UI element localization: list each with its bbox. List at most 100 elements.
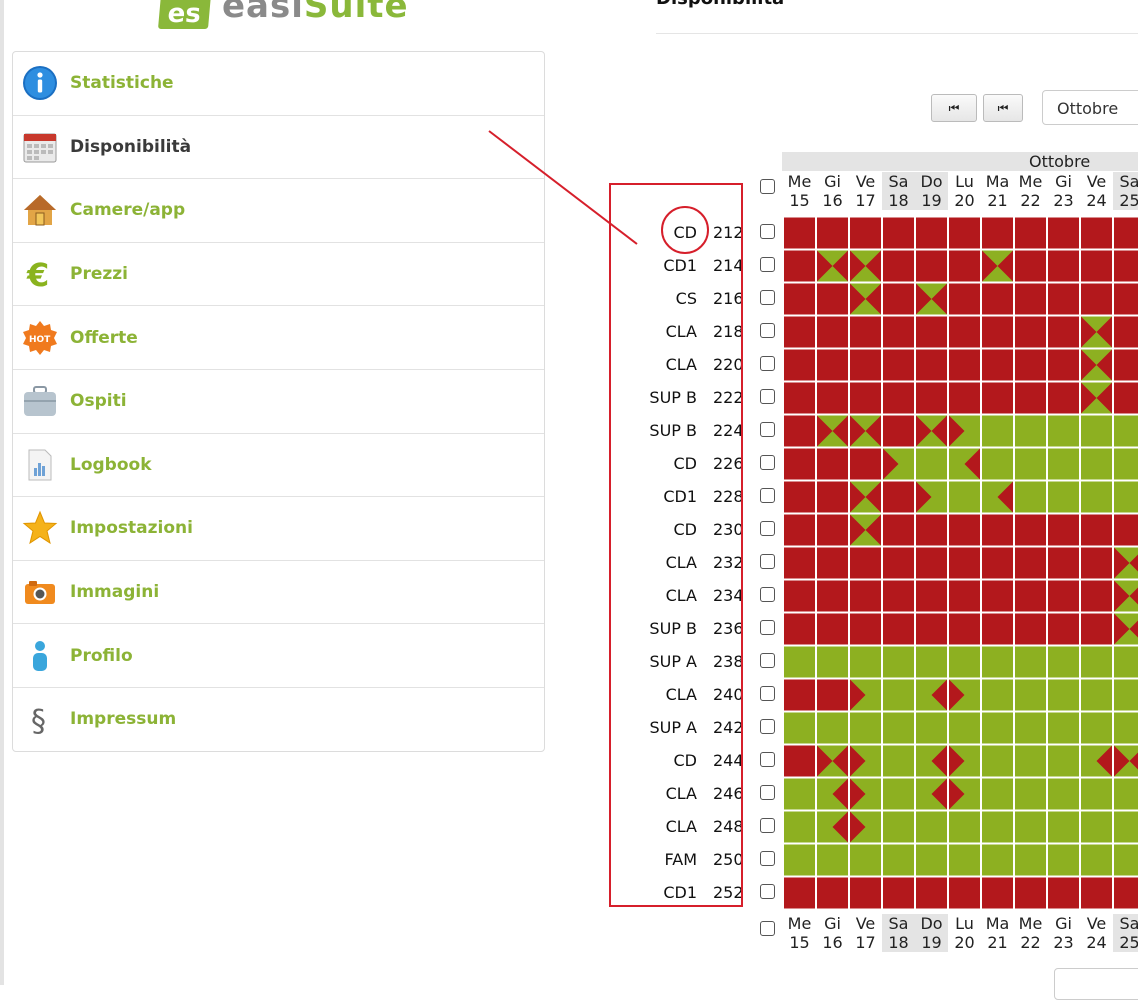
availability-cell[interactable] <box>949 712 980 744</box>
availability-cell[interactable] <box>850 547 881 579</box>
availability-cell[interactable] <box>817 646 848 678</box>
availability-cell[interactable] <box>1114 481 1138 513</box>
availability-cell[interactable] <box>1114 613 1138 645</box>
availability-cell[interactable] <box>916 613 947 645</box>
footer-button-partial[interactable] <box>1054 968 1138 1000</box>
availability-cell[interactable] <box>784 316 815 348</box>
availability-cell[interactable] <box>982 778 1013 810</box>
availability-cell[interactable] <box>1114 877 1138 909</box>
availability-cell[interactable] <box>817 613 848 645</box>
availability-cell[interactable] <box>949 844 980 876</box>
room-row-checkbox[interactable] <box>760 355 775 371</box>
availability-cell[interactable] <box>784 646 815 678</box>
room-row-checkbox[interactable] <box>760 487 775 503</box>
availability-cell[interactable] <box>1081 580 1112 612</box>
availability-cell[interactable] <box>1114 679 1138 711</box>
availability-cell[interactable] <box>982 283 1013 315</box>
availability-cell[interactable] <box>784 679 815 711</box>
room-row-checkbox[interactable] <box>760 520 775 536</box>
availability-cell[interactable] <box>850 745 881 777</box>
availability-cell[interactable] <box>1015 316 1046 348</box>
availability-cell[interactable] <box>1048 349 1079 381</box>
availability-cell[interactable] <box>817 349 848 381</box>
availability-cell[interactable] <box>1114 778 1138 810</box>
availability-cell[interactable] <box>1048 712 1079 744</box>
availability-cell[interactable] <box>916 217 947 249</box>
availability-cell[interactable] <box>817 811 848 843</box>
availability-cell[interactable] <box>850 613 881 645</box>
availability-cell[interactable] <box>784 844 815 876</box>
room-row-checkbox[interactable] <box>760 256 775 272</box>
availability-cell[interactable] <box>817 679 848 711</box>
room-row-checkbox[interactable] <box>760 751 775 767</box>
availability-cell[interactable] <box>916 811 947 843</box>
availability-cell[interactable] <box>982 712 1013 744</box>
availability-cell[interactable] <box>916 349 947 381</box>
availability-cell[interactable] <box>883 349 914 381</box>
availability-cell[interactable] <box>1081 613 1112 645</box>
availability-cell[interactable] <box>1081 712 1112 744</box>
availability-cell[interactable] <box>1114 448 1138 480</box>
availability-cell[interactable] <box>784 547 815 579</box>
availability-cell[interactable] <box>784 712 815 744</box>
availability-cell[interactable] <box>1048 547 1079 579</box>
availability-cell[interactable] <box>982 316 1013 348</box>
room-row-checkbox[interactable] <box>760 718 775 734</box>
availability-cell[interactable] <box>949 877 980 909</box>
availability-cell[interactable] <box>1081 382 1112 414</box>
availability-cell[interactable] <box>916 646 947 678</box>
availability-cell[interactable] <box>949 514 980 546</box>
availability-cell[interactable] <box>784 415 815 447</box>
availability-cell[interactable] <box>817 382 848 414</box>
availability-cell[interactable] <box>1081 283 1112 315</box>
availability-cell[interactable] <box>1114 811 1138 843</box>
availability-cell[interactable] <box>1015 250 1046 282</box>
availability-cell[interactable] <box>850 844 881 876</box>
availability-cell[interactable] <box>850 877 881 909</box>
availability-cell[interactable] <box>1048 778 1079 810</box>
availability-cell[interactable] <box>1048 481 1079 513</box>
availability-cell[interactable] <box>949 811 980 843</box>
availability-cell[interactable] <box>1015 646 1046 678</box>
availability-cell[interactable] <box>850 481 881 513</box>
availability-cell[interactable] <box>850 679 881 711</box>
availability-cell[interactable] <box>1048 745 1079 777</box>
availability-cell[interactable] <box>883 646 914 678</box>
availability-cell[interactable] <box>1015 448 1046 480</box>
availability-cell[interactable] <box>883 712 914 744</box>
availability-cell[interactable] <box>817 316 848 348</box>
availability-cell[interactable] <box>916 415 947 447</box>
availability-cell[interactable] <box>1015 745 1046 777</box>
availability-cell[interactable] <box>1015 283 1046 315</box>
availability-cell[interactable] <box>982 349 1013 381</box>
availability-cell[interactable] <box>949 316 980 348</box>
availability-cell[interactable] <box>916 712 947 744</box>
availability-cell[interactable] <box>817 217 848 249</box>
availability-cell[interactable] <box>1114 349 1138 381</box>
availability-cell[interactable] <box>982 745 1013 777</box>
availability-cell[interactable] <box>784 811 815 843</box>
availability-cell[interactable] <box>916 382 947 414</box>
availability-cell[interactable] <box>982 877 1013 909</box>
availability-cell[interactable] <box>850 646 881 678</box>
availability-cell[interactable] <box>784 448 815 480</box>
availability-cell[interactable] <box>949 382 980 414</box>
availability-cell[interactable] <box>1015 217 1046 249</box>
availability-cell[interactable] <box>883 745 914 777</box>
availability-cell[interactable] <box>817 547 848 579</box>
room-row-checkbox[interactable] <box>760 553 775 569</box>
availability-cell[interactable] <box>1114 745 1138 777</box>
availability-cell[interactable] <box>982 613 1013 645</box>
availability-cell[interactable] <box>916 778 947 810</box>
room-row-checkbox[interactable] <box>760 850 775 866</box>
availability-cell[interactable] <box>850 514 881 546</box>
availability-cell[interactable] <box>1048 844 1079 876</box>
availability-cell[interactable] <box>883 481 914 513</box>
availability-cell[interactable] <box>883 778 914 810</box>
availability-cell[interactable] <box>784 382 815 414</box>
availability-cell[interactable] <box>1081 547 1112 579</box>
availability-cell[interactable] <box>916 514 947 546</box>
room-row-checkbox[interactable] <box>760 883 775 899</box>
availability-cell[interactable] <box>982 844 1013 876</box>
availability-cell[interactable] <box>1048 217 1079 249</box>
